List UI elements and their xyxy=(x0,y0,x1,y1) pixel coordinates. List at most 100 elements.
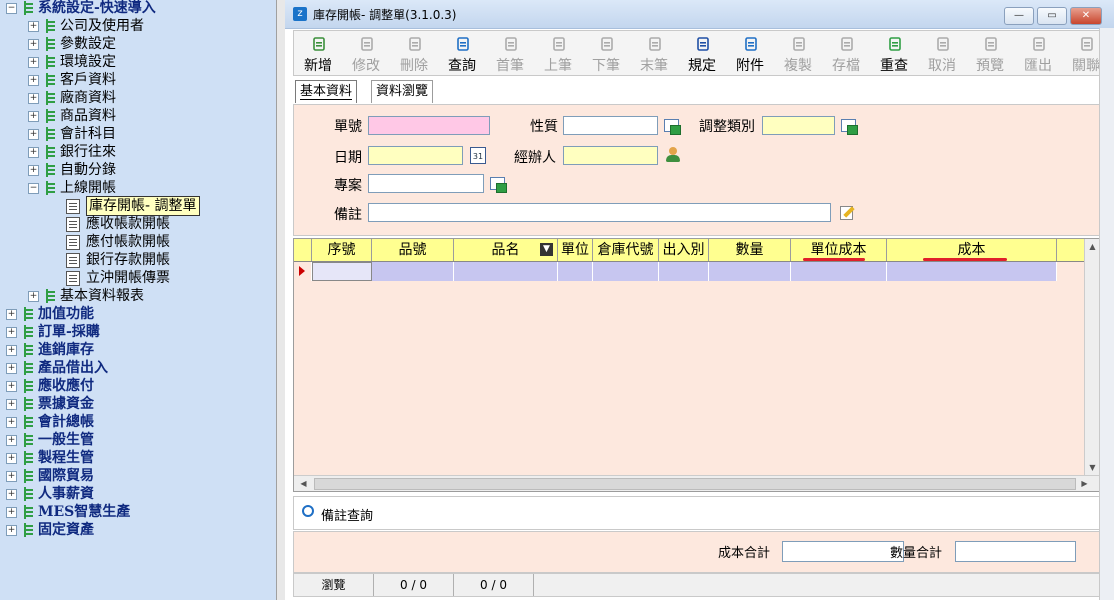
tree-item[interactable]: + 基本資料報表 xyxy=(0,287,276,305)
scroll-right-icon[interactable]: ▶ xyxy=(1077,476,1092,491)
toolbar-button-export[interactable]: 匯出 xyxy=(1016,33,1060,74)
toolbar-button-search[interactable]: 查詢 xyxy=(440,33,484,74)
expand-icon[interactable]: + xyxy=(28,111,39,122)
adjust-type-input[interactable] xyxy=(762,116,835,135)
collapse-icon[interactable]: − xyxy=(28,183,39,194)
expand-icon[interactable]: + xyxy=(28,165,39,176)
tree-item[interactable]: + 人事薪資 xyxy=(0,485,276,503)
expand-icon[interactable]: + xyxy=(28,39,39,50)
grid-column-header[interactable]: 單位成本 xyxy=(791,239,887,261)
expand-icon[interactable]: + xyxy=(6,363,17,374)
grid-column-header[interactable]: 出入別 xyxy=(659,239,709,261)
toolbar-button-print-preview[interactable]: 預覽 xyxy=(968,33,1012,74)
tree-item[interactable]: − 上線開帳 xyxy=(0,179,276,197)
memo-edit-icon[interactable] xyxy=(838,204,855,220)
project-input[interactable] xyxy=(368,174,484,193)
expand-icon[interactable]: + xyxy=(28,93,39,104)
tree-item[interactable]: + 一般生管 xyxy=(0,431,276,449)
close-button[interactable]: ✕ xyxy=(1070,7,1102,25)
toolbar-button-first-record[interactable]: 首筆 xyxy=(488,33,532,74)
grid-column-header[interactable]: 單位 xyxy=(558,239,593,261)
grid-cell[interactable] xyxy=(454,262,558,281)
grid-cell[interactable] xyxy=(709,262,791,281)
grid-cell[interactable] xyxy=(312,262,372,281)
expand-icon[interactable]: + xyxy=(28,147,39,158)
expand-icon[interactable]: + xyxy=(6,417,17,428)
tree-item[interactable]: + 自動分錄 xyxy=(0,161,276,179)
grid-column-header[interactable]: 成本 xyxy=(887,239,1057,261)
expand-icon[interactable]: + xyxy=(6,525,17,536)
tree-item[interactable]: + 產品借出入 xyxy=(0,359,276,377)
grid-cell[interactable] xyxy=(372,262,454,281)
tree-item[interactable]: + 應收應付 xyxy=(0,377,276,395)
toolbar-button-trash[interactable]: 刪除 xyxy=(392,33,436,74)
tree-item[interactable]: + 固定資產 xyxy=(0,521,276,539)
scroll-up-icon[interactable]: ▲ xyxy=(1085,239,1100,254)
tree-item[interactable]: + 票據資金 xyxy=(0,395,276,413)
maximize-button[interactable]: ▭ xyxy=(1037,7,1067,25)
memo-query-bar[interactable]: 備註查詢 xyxy=(293,496,1101,530)
tree-item[interactable]: + 參數設定 xyxy=(0,35,276,53)
tree-item[interactable]: 立沖開帳傳票 xyxy=(0,269,276,287)
vertical-scrollbar[interactable]: ▲ ▼ xyxy=(1084,239,1100,475)
toolbar-button-save-check[interactable]: 存檔 xyxy=(824,33,868,74)
person-lookup-icon[interactable] xyxy=(666,147,680,163)
tree-item[interactable]: + 會計總帳 xyxy=(0,413,276,431)
tree-item[interactable]: 銀行存款開帳 xyxy=(0,251,276,269)
grid-cell[interactable] xyxy=(659,262,709,281)
tree-item[interactable]: + MES智慧生產 xyxy=(0,503,276,521)
tree-item[interactable]: + 訂單-採購 xyxy=(0,323,276,341)
grid-column-header[interactable]: 品號 xyxy=(372,239,454,261)
expand-icon[interactable]: + xyxy=(6,435,17,446)
nature-lookup-icon[interactable] xyxy=(664,119,681,135)
toolbar-button-refresh[interactable]: 重查 xyxy=(872,33,916,74)
calendar-icon[interactable]: 31 xyxy=(470,147,486,164)
handler-input[interactable] xyxy=(563,146,658,165)
toolbar-button-next-record[interactable]: 下筆 xyxy=(584,33,628,74)
tree-item[interactable]: + 客戶資料 xyxy=(0,71,276,89)
expand-icon[interactable]: + xyxy=(6,381,17,392)
project-lookup-icon[interactable] xyxy=(490,177,507,193)
expand-icon[interactable]: + xyxy=(6,399,17,410)
tree-item[interactable]: 庫存開帳- 調整單 xyxy=(0,196,276,216)
tab-basic-info[interactable]: 基本資料 xyxy=(295,80,358,103)
tab-data-browse[interactable]: 資料瀏覽 xyxy=(371,80,434,103)
grid-cell[interactable] xyxy=(887,262,1057,281)
table-row[interactable] xyxy=(294,262,1084,281)
scroll-left-icon[interactable]: ◀ xyxy=(296,476,311,491)
tree-item[interactable]: + 製程生管 xyxy=(0,449,276,467)
doc-no-input[interactable] xyxy=(368,116,490,135)
adjust-type-lookup-icon[interactable] xyxy=(841,119,858,135)
tree-item[interactable]: 應收帳款開帳 xyxy=(0,215,276,233)
expand-icon[interactable]: + xyxy=(6,507,17,518)
toolbar-button-attachment[interactable]: 附件 xyxy=(728,33,772,74)
date-input[interactable] xyxy=(368,146,463,165)
grid-column-header[interactable]: 品名 ▼ xyxy=(454,239,558,261)
expand-icon[interactable]: + xyxy=(28,21,39,32)
tree-item[interactable]: + 商品資料 xyxy=(0,107,276,125)
toolbar-button-last-record[interactable]: 末筆 xyxy=(632,33,676,74)
tree-item[interactable]: + 環境設定 xyxy=(0,53,276,71)
grid-cell[interactable] xyxy=(558,262,593,281)
tree-item[interactable]: + 公司及使用者 xyxy=(0,17,276,35)
tree-item[interactable]: − 系統設定-快速導入 xyxy=(0,0,276,17)
expand-icon[interactable]: + xyxy=(28,129,39,140)
expand-icon[interactable]: + xyxy=(6,345,17,356)
toolbar-button-new-doc[interactable]: 新增 xyxy=(296,33,340,74)
expand-icon[interactable]: + xyxy=(6,309,17,320)
scroll-thumb[interactable] xyxy=(314,478,1076,490)
expand-icon[interactable]: + xyxy=(6,327,17,338)
toolbar-button-book[interactable]: 規定 xyxy=(680,33,724,74)
tree-item[interactable]: + 進銷庫存 xyxy=(0,341,276,359)
scroll-down-icon[interactable]: ▼ xyxy=(1085,460,1100,475)
sort-icon[interactable]: ▼ xyxy=(540,243,553,256)
tree-item[interactable]: + 廠商資料 xyxy=(0,89,276,107)
horizontal-scrollbar[interactable]: ◀ ▶ xyxy=(294,475,1100,491)
grid-column-header[interactable]: 倉庫代號 xyxy=(593,239,659,261)
toolbar-button-prev-record[interactable]: 上筆 xyxy=(536,33,580,74)
memo-input[interactable] xyxy=(368,203,831,222)
tree-item[interactable]: + 國際貿易 xyxy=(0,467,276,485)
expand-icon[interactable]: + xyxy=(28,291,39,302)
grid-cell[interactable] xyxy=(593,262,659,281)
expand-icon[interactable]: + xyxy=(6,453,17,464)
